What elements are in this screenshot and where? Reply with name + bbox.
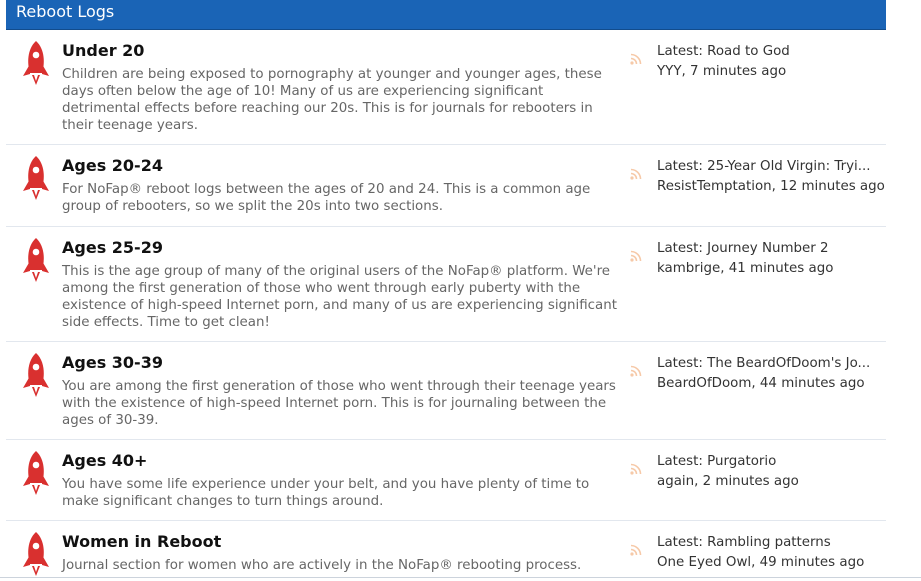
latest-post: Latest: Road to God YYY, 7 minutes ago (657, 42, 885, 82)
latest-post-meta[interactable]: BeardOfDoom, 44 minutes ago (657, 376, 865, 391)
forum-title[interactable]: Ages 30-39 (62, 353, 163, 373)
rss-icon[interactable] (630, 365, 642, 377)
latest-post-meta[interactable]: kambrige, 41 minutes ago (657, 261, 833, 276)
latest-thread-link[interactable]: Latest: Journey Number 2 (657, 241, 829, 256)
forum-row-ages-30-39: Ages 30-39 You are among the first gener… (6, 342, 886, 440)
rss-icon[interactable] (630, 168, 642, 180)
forum-description: This is the age group of many of the ori… (62, 264, 617, 330)
category-title[interactable]: Reboot Logs (16, 2, 114, 22)
rocket-icon (23, 532, 49, 576)
rss-icon[interactable] (630, 463, 642, 475)
rocket-icon (23, 451, 49, 495)
latest-post-meta[interactable]: again, 2 minutes ago (657, 474, 799, 489)
latest-post-meta[interactable]: One Eyed Owl, 49 minutes ago (657, 555, 864, 570)
rocket-icon (23, 41, 49, 85)
latest-post-meta[interactable]: ResistTemptation, 12 minutes ago (657, 179, 885, 194)
forum-row-women-in-reboot: Women in Reboot Journal section for wome… (6, 521, 886, 581)
forum-description: Journal section for women who are active… (62, 558, 582, 573)
rocket-icon (23, 238, 49, 282)
forum-description: For NoFap® reboot logs between the ages … (62, 182, 591, 214)
forum-title[interactable]: Ages 40+ (62, 451, 147, 471)
forum-description: You are among the first generation of th… (62, 379, 616, 428)
rocket-icon (23, 156, 49, 200)
latest-post: Latest: Rambling patterns One Eyed Owl, … (657, 533, 885, 573)
latest-thread-link[interactable]: Latest: Rambling patterns (657, 535, 831, 550)
rss-icon[interactable] (630, 250, 642, 262)
forum-description: You have some life experience under your… (62, 477, 590, 509)
forum-list: Under 20 Children are being exposed to p… (6, 30, 886, 581)
rss-icon[interactable] (630, 544, 642, 556)
latest-thread-link[interactable]: Latest: Purgatorio (657, 454, 776, 469)
latest-thread-link[interactable]: Latest: 25-Year Old Virgin: Tryi... (657, 159, 871, 174)
forum-title[interactable]: Under 20 (62, 41, 144, 61)
forum-category-header: Reboot Logs (6, 0, 886, 30)
forum-row-ages-20-24: Ages 20-24 For NoFap® reboot logs betwee… (6, 145, 886, 227)
forum-title[interactable]: Women in Reboot (62, 532, 221, 552)
latest-post: Latest: 25-Year Old Virgin: Tryi... Resi… (657, 157, 885, 197)
forum-description: Children are being exposed to pornograph… (62, 67, 602, 133)
rocket-icon (23, 353, 49, 397)
forum-title[interactable]: Ages 25-29 (62, 238, 163, 258)
latest-thread-link[interactable]: Latest: Road to God (657, 44, 790, 59)
forum-row-ages-25-29: Ages 25-29 This is the age group of many… (6, 227, 886, 342)
forum-row-ages-40-plus: Ages 40+ You have some life experience u… (6, 440, 886, 521)
latest-post: Latest: The BeardOfDoom's Jo... BeardOfD… (657, 354, 885, 394)
rss-icon[interactable] (630, 53, 642, 65)
latest-post: Latest: Journey Number 2 kambrige, 41 mi… (657, 239, 885, 279)
latest-post-meta[interactable]: YYY, 7 minutes ago (657, 64, 786, 79)
forum-title[interactable]: Ages 20-24 (62, 156, 163, 176)
forum-row-under-20: Under 20 Children are being exposed to p… (6, 30, 886, 145)
latest-post: Latest: Purgatorio again, 2 minutes ago (657, 452, 885, 492)
latest-thread-link[interactable]: Latest: The BeardOfDoom's Jo... (657, 356, 870, 371)
